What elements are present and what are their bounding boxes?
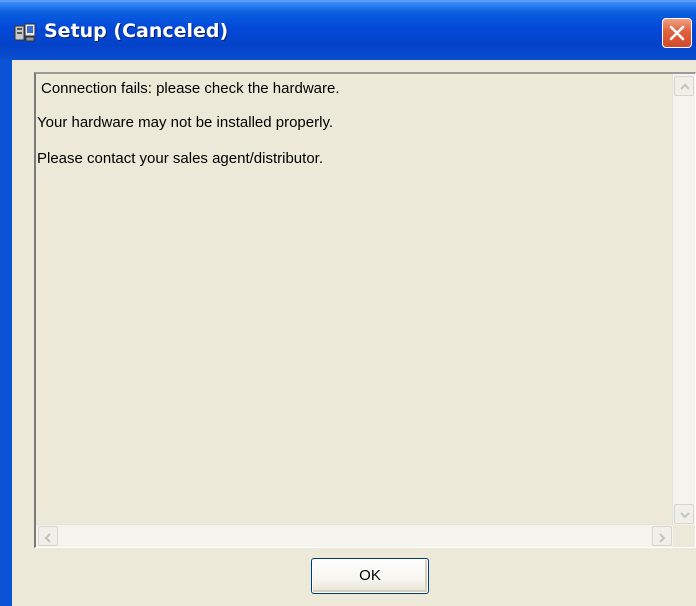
message-line: Connection fails: please check the hardw… [41,80,340,97]
message-line: Your hardware may not be installed prope… [37,114,334,131]
scroll-down-button[interactable] [674,504,694,524]
setup-dialog-window: Setup (Canceled) Connection fails: pleas… [0,0,696,606]
vertical-scrollbar[interactable] [672,74,695,526]
dialog-client-area: Connection fails: please check the hardw… [12,60,696,606]
setup-app-icon [14,22,36,44]
chevron-left-icon [44,533,51,543]
close-button[interactable] [662,18,692,48]
scroll-right-button[interactable] [652,526,672,546]
chevron-down-icon [680,512,690,519]
scroll-left-button[interactable] [38,526,58,546]
chevron-right-icon [659,533,666,543]
scroll-up-button[interactable] [674,76,694,96]
window-frame-left [0,60,12,606]
message-text-area[interactable]: Connection fails: please check the hardw… [34,72,696,548]
close-icon [669,25,685,41]
chevron-up-icon [680,83,690,90]
message-line: Please contact your sales agent/distribu… [37,150,323,167]
title-bar[interactable]: Setup (Canceled) [0,0,696,60]
scrollbar-corner [673,525,695,547]
horizontal-scrollbar[interactable] [36,524,674,547]
ok-button[interactable]: OK [311,558,429,594]
window-title: Setup (Canceled) [44,20,229,42]
